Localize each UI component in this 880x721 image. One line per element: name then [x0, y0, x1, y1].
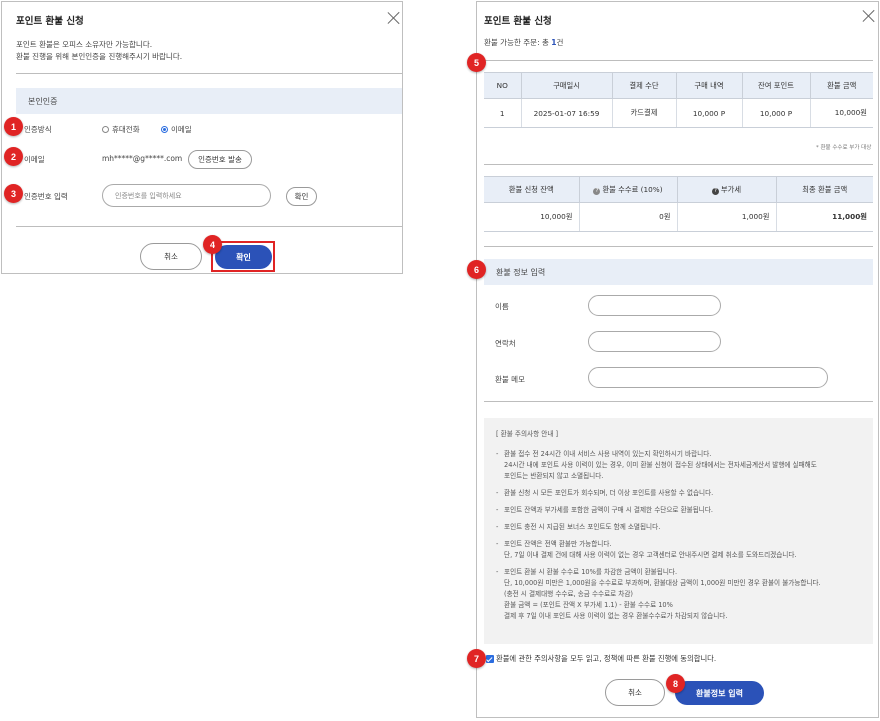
- info-icon[interactable]: ?: [711, 187, 719, 195]
- refundable-orders-count: 환불 가능한 주문: 총 1건: [484, 38, 564, 47]
- step-badge: 1: [4, 117, 23, 136]
- step-badge: 4: [203, 235, 222, 254]
- code-input[interactable]: 인증번호를 입력하세요: [102, 184, 271, 207]
- identity-verification-dialog: 포인트 환불 신청 포인트 환불은 오피스 소유자만 가능합니다. 환불 진행을…: [1, 1, 403, 274]
- notice-item: 포인트 충전 시 지급된 보너스 포인트도 함께 소멸됩니다.: [496, 522, 863, 533]
- notice-item: 포인트 환불 시 환불 수수료 10%를 차감한 금액이 환불됩니다.단, 10…: [496, 567, 863, 622]
- table-cell: 10,000원: [810, 98, 873, 128]
- dialog-description-line1: 포인트 환불은 오피스 소유자만 가능합니다.: [16, 40, 153, 49]
- summary-header-fee: ? 환불 수수료 (10%): [579, 176, 678, 203]
- step-badge: 2: [4, 147, 23, 166]
- divider: [484, 401, 873, 402]
- notice-item: 환불 접수 전 24시간 이내 서비스 사용 내역이 있는지 확인하시기 바랍니…: [496, 449, 863, 482]
- cancel-button[interactable]: 취소: [605, 679, 665, 706]
- refund-request-dialog: 포인트 환불 신청 환불 가능한 주문: 총 1건 NO 구매일시 결제 수단 …: [476, 1, 879, 718]
- summary-cell-final: 11,000원: [776, 202, 873, 232]
- close-icon[interactable]: [387, 11, 401, 25]
- memo-label: 환불 메모: [495, 375, 525, 384]
- summary-header-final: 최종 환불 금액: [776, 176, 873, 203]
- dialog-title: 포인트 환불 신청: [484, 16, 552, 27]
- summary-cell: 1,000원: [677, 202, 777, 232]
- step-badge: 7: [467, 649, 486, 668]
- dialog-title: 포인트 환불 신청: [16, 16, 84, 27]
- notice-item: 포인트 잔액은 전액 환불만 가능합니다.단, 7일 이내 결제 건에 대해 사…: [496, 539, 863, 561]
- notice-title: [ 환불 주의사항 안내 ]: [496, 430, 559, 438]
- notice-item: 포인트 잔액과 부가세를 포함한 금액이 구매 시 결제한 수단으로 환불됩니다…: [496, 505, 863, 516]
- dialog-description-line2: 환불 진행을 위해 본인인증을 진행해주시기 바랍니다.: [16, 52, 183, 61]
- refund-summary-table: 환불 신청 잔액 ? 환불 수수료 (10%) ? 부가세 최종 환불 금액 10,…: [484, 176, 873, 232]
- notice-list: 환불 접수 전 24시간 이내 서비스 사용 내역이 있는지 확인하시기 바랍니…: [496, 449, 863, 622]
- auth-option-phone[interactable]: 휴대전화: [102, 124, 140, 135]
- table-cell: 2025-01-07 16:59: [521, 98, 613, 128]
- contact-label: 연락처: [495, 339, 516, 348]
- fee-note: * 환불 수수료 부가 대상: [816, 145, 872, 151]
- step-badge: 6: [467, 260, 486, 279]
- radio-icon[interactable]: [102, 126, 109, 133]
- divider: [16, 73, 402, 74]
- notice-item: 환불 신청 시 모든 포인트가 회수되며, 더 이상 포인트를 사용할 수 없습…: [496, 488, 863, 499]
- name-label: 이름: [495, 302, 509, 311]
- step-badge: 8: [666, 674, 685, 693]
- table-header: NO: [484, 72, 522, 99]
- close-icon[interactable]: [862, 9, 876, 23]
- table-cell: 10,000 P: [742, 98, 811, 128]
- auth-method-label: 인증방식: [24, 125, 52, 134]
- summary-cell: 0원: [579, 202, 678, 232]
- table-row: 1 2025-01-07 16:59 카드결제 10,000 P 10,000 …: [484, 98, 873, 128]
- divider: [484, 246, 873, 247]
- refund-notice-box: [ 환불 주의사항 안내 ] 환불 접수 전 24시간 이내 서비스 사용 내역…: [484, 418, 873, 644]
- info-icon[interactable]: ?: [593, 187, 601, 195]
- table-row: 10,000원 0원 1,000원 11,000원: [484, 202, 873, 232]
- table-header: 잔여 포인트: [742, 72, 811, 99]
- code-label: 인증번호 입력: [24, 192, 68, 201]
- email-value: mh*****@g*****.com: [102, 154, 183, 163]
- table-header: 구매일시: [521, 72, 613, 99]
- summary-header-balance: 환불 신청 잔액: [484, 176, 580, 203]
- summary-cell: 10,000원: [484, 202, 580, 232]
- contact-input[interactable]: [588, 331, 721, 352]
- table-header: 환불 금액: [810, 72, 873, 99]
- email-label: 이메일: [24, 155, 45, 164]
- submit-refund-info-button[interactable]: 환불정보 입력: [675, 681, 764, 705]
- summary-header-vat: ? 부가세: [677, 176, 777, 203]
- divider: [484, 164, 873, 165]
- agree-checkbox[interactable]: [486, 655, 494, 663]
- step-badge: 3: [4, 184, 23, 203]
- table-cell: 1: [484, 98, 522, 128]
- radio-selected-icon[interactable]: [161, 126, 168, 133]
- table-cell: 10,000 P: [676, 98, 743, 128]
- step-badge: 5: [467, 53, 486, 72]
- section-header-refund-info: 환불 정보 입력: [484, 259, 873, 285]
- memo-input[interactable]: [588, 367, 828, 388]
- cancel-button[interactable]: 취소: [140, 243, 202, 270]
- divider: [484, 60, 873, 61]
- orders-table: NO 구매일시 결제 수단 구매 내역 잔여 포인트 환불 금액 1 2025-…: [484, 72, 873, 128]
- agree-text: 환불에 관한 주의사항을 모두 읽고, 정책에 따른 환불 진행에 동의합니다.: [496, 654, 717, 663]
- name-input[interactable]: [588, 295, 721, 316]
- table-header: 결제 수단: [612, 72, 677, 99]
- verify-code-button[interactable]: 확인: [286, 187, 317, 206]
- auth-option-email[interactable]: 이메일: [161, 124, 192, 135]
- section-header-identity: 본인인증: [16, 88, 402, 114]
- send-code-button[interactable]: 인증번호 발송: [188, 150, 252, 169]
- divider: [16, 226, 402, 227]
- table-cell: 카드결제: [612, 98, 677, 128]
- table-header: 구매 내역: [676, 72, 743, 99]
